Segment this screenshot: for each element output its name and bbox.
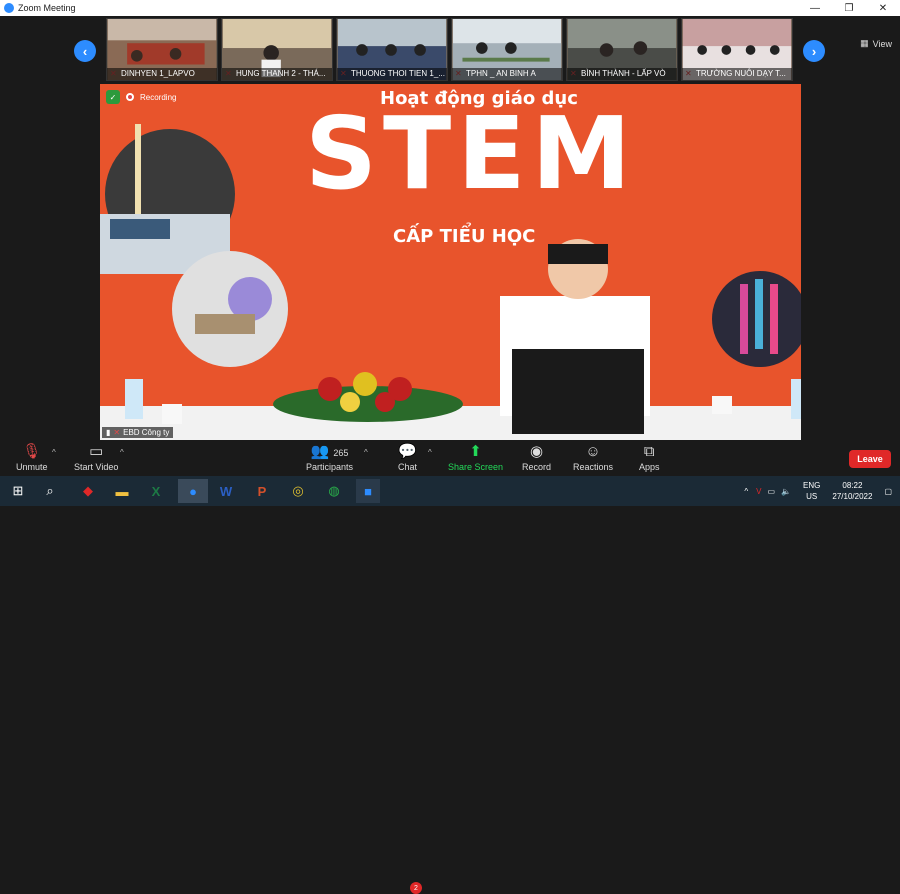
start-video-label: Start Video xyxy=(74,462,119,472)
participant-name: BÌNH THÀNH - LẤP VÒ xyxy=(567,68,677,80)
signal-icon: ▮ xyxy=(106,428,111,437)
lang-bottom: US xyxy=(806,492,818,501)
participants-label: Participants xyxy=(306,462,354,472)
view-label: View xyxy=(872,38,892,49)
zoom-app-icon[interactable]: ■ xyxy=(356,479,380,503)
powerpoint-icon[interactable]: P xyxy=(250,479,274,503)
gallery-prev-button[interactable]: ‹ xyxy=(74,40,96,62)
chrome-icon[interactable]: ◎ xyxy=(286,479,310,503)
participants-icon: 👥 265 xyxy=(310,443,349,460)
participant-tile[interactable]: ✕ BÌNH THÀNH - LẤP VÒ xyxy=(566,18,678,81)
participant-tile[interactable]: ✕ TPHN _ AN BINH A xyxy=(451,18,563,81)
clock[interactable]: 08:22 27/10/2022 xyxy=(832,480,872,502)
unmute-label: Unmute xyxy=(16,462,48,472)
reactions-icon: ☺ xyxy=(585,443,601,460)
share-screen-button[interactable]: ⬆ Share Screen xyxy=(448,442,503,472)
muted-mic-icon: 🎙 xyxy=(22,443,42,460)
video-options-chevron-icon[interactable]: ^ xyxy=(120,448,124,457)
reactions-label: Reactions xyxy=(573,462,614,472)
window-title: Zoom Meeting xyxy=(18,3,76,13)
participants-button[interactable]: 👥 265 Participants xyxy=(306,442,353,472)
participant-name: HUNG THANH 2 - THÁ... xyxy=(222,68,332,80)
shield-icon: ✓ xyxy=(106,90,120,104)
participant-name: TPHN _ AN BINH A xyxy=(452,68,562,80)
participant-tile[interactable]: ✕ TRƯỜNG NUÔI DẠY T... xyxy=(681,18,793,81)
participant-name: TRƯỜNG NUÔI DẠY T... xyxy=(682,68,792,80)
app-icon[interactable]: ◆ xyxy=(76,479,100,503)
title-bar: Zoom Meeting — ❐ ✕ xyxy=(0,0,900,16)
speaker-name: EBD Công ty xyxy=(123,428,170,437)
notifications-icon[interactable]: ▢ xyxy=(884,487,892,496)
gallery-strip: ‹ ✕ DINHYEN 1_LAPVO ✕ HUNG THANH 2 - THÁ… xyxy=(0,16,900,82)
record-icon: ◉ xyxy=(529,443,544,460)
muted-mic-icon: ✕ xyxy=(113,428,121,437)
clock-date: 27/10/2022 xyxy=(832,492,873,501)
active-speaker-video: ✓ Recording Hoạt động giáo dục STEM CẤP … xyxy=(100,84,801,440)
zoom-chat-icon[interactable]: ● xyxy=(178,479,208,503)
participant-tile[interactable]: ✕ THUONG THOI TIEN 1_... xyxy=(336,18,448,81)
apps-label: Apps xyxy=(639,462,660,472)
excel-icon[interactable]: X xyxy=(144,479,168,503)
recording-dot-icon xyxy=(126,93,134,101)
participants-chevron-icon[interactable]: ^ xyxy=(364,448,368,457)
chat-icon: 💬 xyxy=(398,443,417,460)
lang-top: ENG xyxy=(803,481,821,490)
speaker-label: ▮ ✕ EBD Công ty xyxy=(102,427,174,438)
chat-chevron-icon[interactable]: ^ xyxy=(428,448,432,457)
start-video-button[interactable]: ▭ Start Video xyxy=(74,442,118,472)
search-icon[interactable]: ⌕ xyxy=(38,479,62,503)
windows-taskbar: ⊞ ⌕ ◆ ▬ X ● W P ◎ ◍ ■ ^ V ▭ 🔈 ENG US 08:… xyxy=(0,476,900,506)
participants-count: 265 xyxy=(333,448,349,458)
record-label: Record xyxy=(522,462,552,472)
leave-button[interactable]: Leave xyxy=(849,450,891,468)
share-screen-label: Share Screen xyxy=(448,462,504,472)
tray-expand-icon[interactable]: ^ xyxy=(744,487,748,496)
recording-indicator[interactable]: ✓ Recording xyxy=(106,90,176,104)
restore-button[interactable]: ❐ xyxy=(832,0,866,16)
apps-button[interactable]: ⧉ Apps xyxy=(639,442,660,472)
video-off-icon: ▭ xyxy=(89,443,104,460)
meeting-toolbar: 🎙 Unmute ^ ▭ Start Video ^ 👥 265 Partici… xyxy=(0,440,900,894)
browser-icon[interactable]: ◍ xyxy=(322,479,346,503)
antivirus-icon[interactable]: V xyxy=(756,487,761,496)
word-icon[interactable]: W xyxy=(214,479,238,503)
share-screen-icon: ⬆ xyxy=(469,443,482,460)
audio-options-chevron-icon[interactable]: ^ xyxy=(52,448,56,457)
unmute-button[interactable]: 🎙 Unmute xyxy=(16,442,48,472)
apps-icon: ⧉ xyxy=(643,443,655,460)
recording-label: Recording xyxy=(140,92,177,102)
close-button[interactable]: ✕ xyxy=(866,0,900,16)
chat-button[interactable]: 💬 Chat xyxy=(398,442,417,472)
view-button[interactable]: ▦ View xyxy=(860,38,892,49)
chat-badge: 2 xyxy=(410,882,422,894)
slide-title-line3: CẤP TIỂU HỌC xyxy=(393,226,536,247)
reactions-button[interactable]: ☺ Reactions xyxy=(573,442,613,472)
system-tray: ^ V ▭ 🔈 ENG US 08:22 27/10/2022 ▢ xyxy=(744,476,900,506)
chat-label: Chat xyxy=(398,462,418,472)
slide-title-line2: STEM xyxy=(305,95,638,212)
volume-muted-icon[interactable]: 🔈 xyxy=(781,487,791,496)
participant-name: THUONG THOI TIEN 1_... xyxy=(337,68,447,80)
participant-name: DINHYEN 1_LAPVO xyxy=(107,68,217,80)
file-explorer-icon[interactable]: ▬ xyxy=(110,479,134,503)
gallery-next-button[interactable]: › xyxy=(803,40,825,62)
participant-tile[interactable]: ✕ DINHYEN 1_LAPVO xyxy=(106,18,218,81)
minimize-button[interactable]: — xyxy=(798,0,832,16)
participant-tile[interactable]: ✕ HUNG THANH 2 - THÁ... xyxy=(221,18,333,81)
zoom-logo-icon xyxy=(4,3,14,13)
grid-icon: ▦ xyxy=(860,38,869,48)
record-button[interactable]: ◉ Record xyxy=(522,442,551,472)
windows-start-icon[interactable]: ⊞ xyxy=(6,479,30,503)
battery-icon[interactable]: ▭ xyxy=(768,487,776,496)
clock-time: 08:22 xyxy=(842,481,863,490)
language-indicator[interactable]: ENG US xyxy=(803,480,820,502)
